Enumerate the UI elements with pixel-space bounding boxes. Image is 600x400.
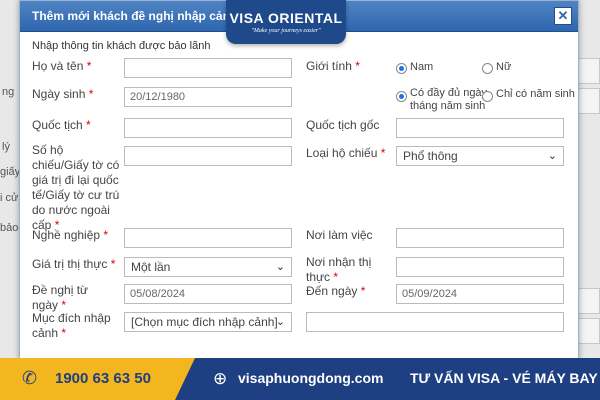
phone-number[interactable]: 1900 63 63 50 — [55, 370, 151, 387]
chevron-down-icon: ⌄ — [275, 316, 285, 328]
brand-logo: VISA ORIENTAL "Make your journeys easier… — [226, 0, 346, 44]
visa-place-label: Nơi nhận thị thực * — [306, 255, 372, 284]
add-guest-dialog: Thêm mới khách đề nghị nhập cảnh ✕ Nhập … — [19, 0, 579, 360]
globe-icon: ⊕ — [213, 369, 228, 388]
section-title: Nhập thông tin khách được bảo lãnh — [32, 40, 211, 52]
nationality-input[interactable] — [124, 118, 292, 138]
phone-area: ✆ 1900 63 63 50 — [0, 358, 195, 400]
banner-slogan: TƯ VẤN VISA - VÉ MÁY BAY — [410, 370, 598, 386]
background-text: bảo — [0, 222, 19, 234]
visa-validity-value: Một lần — [131, 260, 171, 274]
dob-input[interactable] — [124, 87, 292, 107]
contact-banner: ✆ 1900 63 63 50 ⊕ visaphuongdong.com TƯ … — [0, 358, 600, 400]
chevron-down-icon: ⌄ — [547, 150, 557, 162]
visa-validity-label: Giá trị thị thực * — [32, 257, 116, 271]
dob-year-only-radio[interactable] — [482, 91, 493, 102]
to-date-input[interactable] — [396, 284, 564, 304]
passport-number-input[interactable] — [124, 146, 292, 166]
dob-year-only-label: Chỉ có năm sinh — [496, 88, 575, 100]
logo-tagline: "Make your journeys easier" — [251, 28, 321, 34]
purpose-label: Mục đích nhập cảnh * — [32, 311, 111, 340]
background-text: giấy — [0, 166, 21, 178]
gender-label: Giới tính * — [306, 59, 360, 73]
passport-type-value: Phổ thông — [403, 149, 458, 163]
purpose-other-input[interactable] — [306, 312, 564, 332]
purpose-value: [Chọn mục đích nhập cảnh] — [131, 315, 278, 329]
phone-icon: ✆ — [22, 368, 38, 388]
workplace-input[interactable] — [396, 228, 564, 248]
background-text: ng — [2, 86, 15, 98]
passport-type-select[interactable]: Phổ thông ⌄ — [396, 146, 564, 166]
from-date-label: Đề nghị từ ngày * — [32, 283, 89, 312]
dialog-title: Thêm mới khách đề nghị nhập cảnh — [32, 9, 238, 23]
gender-male-label: Nam — [410, 61, 434, 73]
workplace-label: Nơi làm việc — [306, 228, 373, 242]
gender-female-label: Nữ — [496, 61, 512, 73]
passport-number-label: Số hộ chiếu/Giấy tờ có giá trị đi lại qu… — [32, 143, 120, 232]
to-date-label: Đến ngày * — [306, 284, 366, 298]
website-link[interactable]: visaphuongdong.com — [238, 370, 383, 386]
full-name-label: Họ và tên * — [32, 59, 92, 73]
nationality-label: Quốc tịch * — [32, 118, 91, 132]
original-nationality-input[interactable] — [396, 118, 564, 138]
passport-type-label: Loại hộ chiếu * — [306, 146, 386, 160]
close-button[interactable]: ✕ — [554, 7, 572, 25]
background-field — [576, 88, 600, 114]
from-date-input[interactable] — [124, 284, 292, 304]
background-field — [576, 318, 600, 344]
logo-name: VISA ORIENTAL — [229, 10, 343, 26]
gender-female-radio[interactable] — [482, 63, 493, 74]
dob-label: Ngày sinh * — [32, 87, 94, 101]
occupation-input[interactable] — [124, 228, 292, 248]
full-name-input[interactable] — [124, 58, 292, 78]
background-field — [576, 288, 600, 314]
visa-validity-select[interactable]: Một lần ⌄ — [124, 257, 292, 277]
dob-full-label: Có đầy đủ ngày tháng năm sinh — [410, 87, 488, 112]
visa-place-input[interactable] — [396, 257, 564, 277]
purpose-select[interactable]: [Chọn mục đích nhập cảnh] ⌄ — [124, 312, 292, 332]
chevron-down-icon: ⌄ — [275, 261, 285, 273]
background-text: lý — [2, 141, 10, 153]
original-nationality-label: Quốc tịch gốc — [306, 118, 380, 132]
occupation-label: Nghề nghiệp * — [32, 228, 109, 242]
dob-full-radio[interactable] — [396, 91, 407, 102]
gender-male-radio[interactable] — [396, 63, 407, 74]
background-field — [576, 58, 600, 84]
